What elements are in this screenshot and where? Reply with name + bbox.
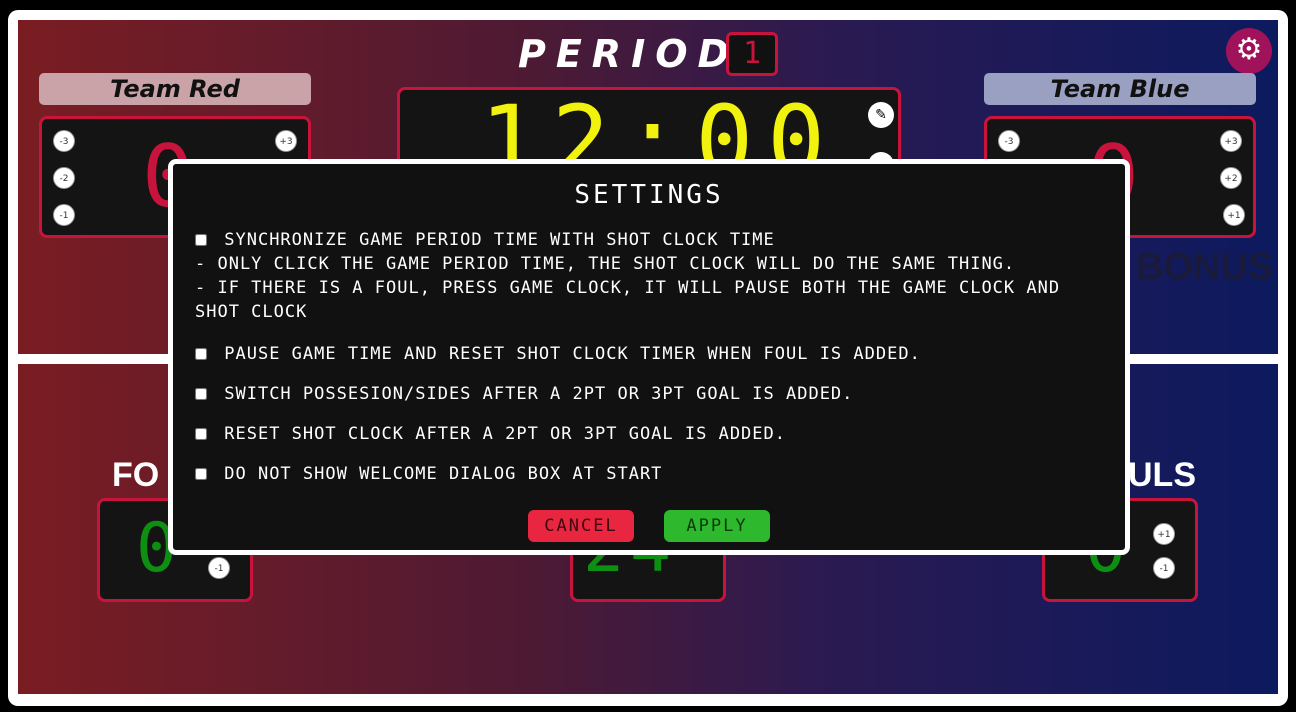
- red-minus-2-button[interactable]: -2: [53, 167, 75, 189]
- option-note: - If there is a foul, press game clock, …: [195, 278, 1061, 322]
- fouls-left-minus-button[interactable]: -1: [208, 557, 230, 579]
- option-note: - Only click the game period time, the s…: [195, 254, 1016, 274]
- option-switch-possession[interactable]: Switch possesion/sides after a 2pt or 3p…: [195, 382, 1095, 406]
- pause-on-foul-checkbox[interactable]: [195, 348, 207, 360]
- period-value[interactable]: 1: [726, 32, 778, 76]
- option-sync-period-shot-clock[interactable]: Synchronize game period time with shot c…: [195, 228, 1095, 252]
- sync-period-checkbox[interactable]: [195, 234, 207, 246]
- dialog-title: SETTINGS: [574, 180, 724, 210]
- red-plus-3-button[interactable]: +3: [275, 130, 297, 152]
- hide-welcome-checkbox[interactable]: [195, 468, 207, 480]
- pencil-icon: ✎: [875, 107, 887, 123]
- blue-minus-3-button[interactable]: -3: [998, 130, 1020, 152]
- option-hide-welcome[interactable]: Do not show welcome dialog box at start: [195, 462, 1095, 486]
- switch-possession-checkbox[interactable]: [195, 388, 207, 400]
- team-red-name[interactable]: Team Red: [39, 73, 311, 105]
- blue-plus-1-button[interactable]: +1: [1223, 204, 1245, 226]
- option-label: Switch possesion/sides after a 2pt or 3p…: [224, 384, 854, 404]
- fouls-left-label: FO: [112, 456, 160, 494]
- blue-plus-2-button[interactable]: +2: [1220, 167, 1242, 189]
- option-label: Do not show welcome dialog box at start: [224, 464, 663, 484]
- settings-button[interactable]: ⚙: [1226, 28, 1272, 74]
- option-label: Synchronize game period time with shot c…: [224, 230, 775, 250]
- bonus-label: BONUS: [1136, 246, 1274, 288]
- fouls-right-plus-button[interactable]: +1: [1153, 523, 1175, 545]
- edit-clock-button[interactable]: ✎: [868, 102, 894, 128]
- option-label: Pause game time and reset shot clock tim…: [224, 344, 921, 364]
- option-reset-shot-clock[interactable]: Reset shot clock after a 2pt or 3pt goal…: [195, 422, 1095, 446]
- fouls-right-minus-button[interactable]: -1: [1153, 557, 1175, 579]
- red-minus-1-button[interactable]: -1: [53, 204, 75, 226]
- gear-icon: ⚙: [1235, 32, 1263, 67]
- fouls-right-label: ULS: [1128, 456, 1196, 494]
- red-minus-3-button[interactable]: -3: [53, 130, 75, 152]
- reset-shot-clock-checkbox[interactable]: [195, 428, 207, 440]
- apply-button[interactable]: Apply: [664, 510, 770, 542]
- cancel-button[interactable]: Cancel: [528, 510, 634, 542]
- period-label: PERIOD: [518, 32, 740, 76]
- option-pause-on-foul[interactable]: Pause game time and reset shot clock tim…: [195, 342, 1095, 366]
- settings-dialog: SETTINGS Synchronize game period time wi…: [168, 159, 1130, 555]
- option-label: Reset shot clock after a 2pt or 3pt goal…: [224, 424, 786, 444]
- team-blue-name[interactable]: Team Blue: [984, 73, 1256, 105]
- blue-plus-3-button[interactable]: +3: [1220, 130, 1242, 152]
